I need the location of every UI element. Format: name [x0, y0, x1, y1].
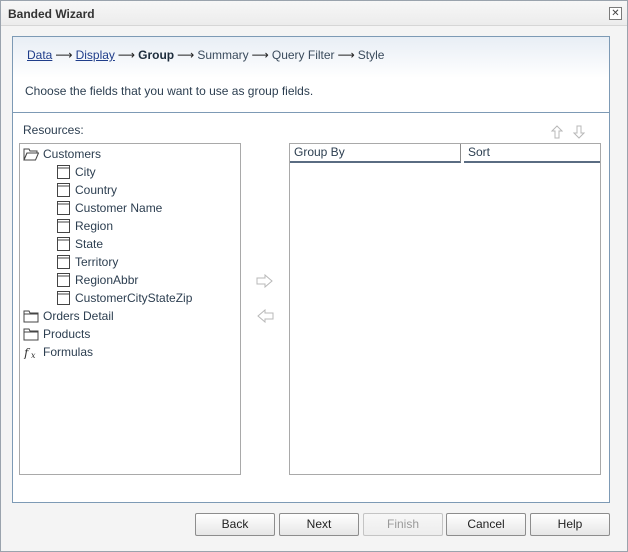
breadcrumb-arrow-icon: ⟶ [177, 48, 195, 62]
move-down-icon[interactable] [573, 125, 585, 139]
breadcrumb-step-display[interactable]: Display [76, 48, 115, 62]
tree-item-label: Orders Detail [43, 309, 114, 323]
cancel-button[interactable]: Cancel [446, 513, 526, 536]
group-by-table[interactable]: Group By Sort [289, 143, 601, 475]
wizard-body: Data ⟶ Display ⟶ Group ⟶ Summary ⟶ Query Filter ⟶… [12, 36, 610, 503]
breadcrumb-arrow-icon: ⟶ [117, 48, 136, 62]
folder-icon [23, 309, 39, 323]
title-bar: Banded Wizard ✕ [1, 1, 627, 26]
field-icon [55, 237, 71, 251]
breadcrumb-step-group: Group [138, 48, 175, 62]
field-icon [55, 183, 71, 197]
dialog-title: Banded Wizard [8, 7, 95, 21]
breadcrumb-arrow-icon: ⟶ [55, 48, 73, 62]
tree-item-label: State [75, 237, 104, 251]
breadcrumb-step-data[interactable]: Data [27, 48, 52, 62]
tree-item-label: Customer Name [75, 201, 163, 215]
tree-item-label: RegionAbbr [75, 273, 139, 287]
resources-tree[interactable]: Customers City Country Customer Name Region S… [19, 143, 241, 475]
wizard-header: Data ⟶ Display ⟶ Group ⟶ Summary ⟶ Query Filter ⟶… [13, 37, 609, 113]
field-icon [55, 255, 71, 269]
breadcrumb-step-summary: Summary [197, 48, 249, 62]
tree-item-label: Formulas [43, 345, 94, 359]
field-icon [55, 165, 71, 179]
field-icon [55, 219, 71, 233]
add-group-arrow-icon[interactable] [256, 274, 274, 288]
tree-item-label: Territory [75, 255, 119, 269]
tree-item-label: Customers [43, 147, 102, 161]
next-button[interactable]: Next [279, 513, 359, 536]
remove-group-arrow-icon[interactable] [256, 309, 274, 323]
breadcrumb: Data ⟶ Display ⟶ Group ⟶ Summary ⟶ Query Filter ⟶… [27, 48, 384, 62]
tree-item-label: Country [75, 183, 118, 197]
finish-button[interactable]: Finish [363, 513, 443, 536]
breadcrumb-step-query-filter: Query Filter [271, 48, 335, 62]
tree-item-label: Region [75, 219, 114, 233]
column-header-sort[interactable]: Sort [464, 144, 600, 163]
breadcrumb-arrow-icon: ⟶ [337, 48, 355, 62]
column-header-group-by[interactable]: Group By [290, 144, 461, 163]
move-up-icon[interactable] [551, 125, 563, 139]
svg-text:f: f [23, 346, 31, 359]
folder-icon [23, 327, 39, 341]
field-icon [55, 273, 71, 287]
field-icon [55, 201, 71, 215]
svg-text:x: x [31, 351, 36, 359]
tree-item-label: CustomerCityStateZip [75, 291, 193, 305]
formula-icon: fx [23, 345, 39, 360]
field-icon [55, 291, 71, 305]
instruction-text: Choose the fields that you want to use a… [25, 84, 314, 98]
banded-wizard-dialog: Banded Wizard ✕ Data ⟶ Display ⟶ Group ⟶ Summa… [0, 0, 628, 552]
close-icon[interactable]: ✕ [609, 7, 622, 20]
tree-item-label: City [75, 165, 96, 179]
back-button[interactable]: Back [195, 513, 275, 536]
resources-label: Resources: [23, 123, 84, 137]
breadcrumb-step-style: Style [357, 48, 385, 62]
tree-item-label: Products [43, 327, 91, 341]
breadcrumb-arrow-icon: ⟶ [251, 48, 269, 62]
help-button[interactable]: Help [530, 513, 610, 536]
folder-open-icon [23, 147, 40, 161]
